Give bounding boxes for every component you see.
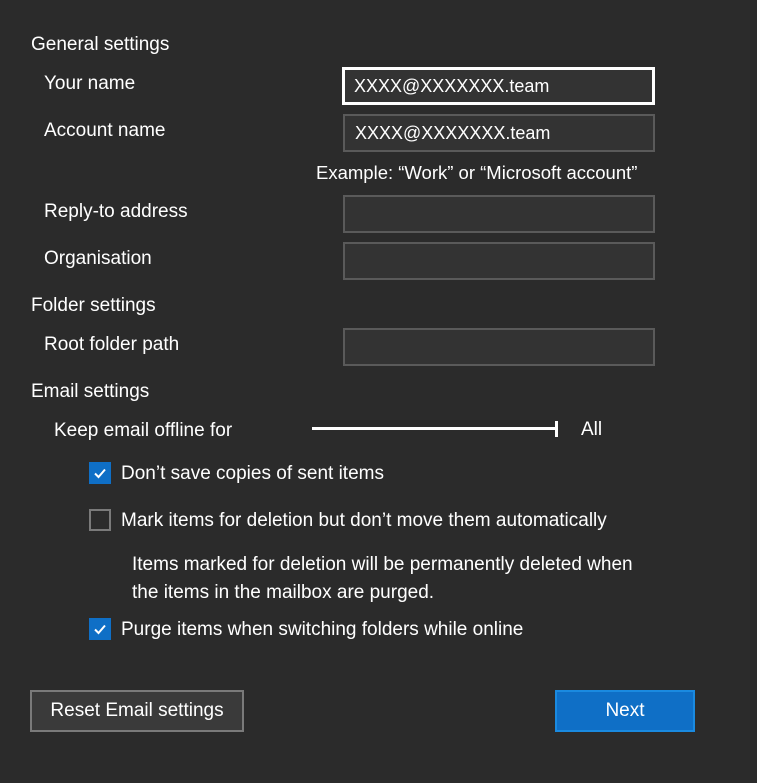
root-folder-path-label: Root folder path xyxy=(44,334,180,355)
dont-save-sent-label: Don’t save copies of sent items xyxy=(121,463,384,484)
email-settings-heading: Email settings xyxy=(31,381,150,402)
checkmark-icon xyxy=(94,468,106,479)
reply-to-label: Reply-to address xyxy=(44,201,188,222)
slider-track xyxy=(312,427,558,430)
organisation-label: Organisation xyxy=(44,248,152,269)
slider-thumb[interactable] xyxy=(555,421,558,437)
purge-items-checkbox[interactable] xyxy=(89,618,111,640)
mark-for-deletion-checkbox[interactable] xyxy=(89,509,111,531)
offline-duration-label: Keep email offline for xyxy=(54,420,233,441)
mark-deletion-note-line-1: Items marked for deletion will be perman… xyxy=(132,554,633,575)
next-button[interactable]: Next xyxy=(555,690,695,732)
folder-settings-heading: Folder settings xyxy=(31,295,156,316)
account-name-label: Account name xyxy=(44,120,166,141)
reset-email-settings-button[interactable]: Reset Email settings xyxy=(30,690,244,732)
mark-deletion-note-line-2: the items in the mailbox are purged. xyxy=(132,582,435,603)
general-settings-heading: General settings xyxy=(31,34,170,55)
purge-items-label: Purge items when switching folders while… xyxy=(121,619,524,640)
account-name-input[interactable] xyxy=(343,114,655,152)
your-name-input[interactable] xyxy=(342,67,655,105)
reply-to-input[interactable] xyxy=(343,195,655,233)
account-name-hint: Example: “Work” or “Microsoft account” xyxy=(316,162,638,183)
your-name-label: Your name xyxy=(44,73,136,94)
organisation-input[interactable] xyxy=(343,242,655,280)
mark-for-deletion-label: Mark items for deletion but don’t move t… xyxy=(121,510,607,531)
dont-save-sent-checkbox[interactable] xyxy=(89,462,111,484)
offline-duration-slider[interactable] xyxy=(312,418,558,440)
offline-duration-value: All xyxy=(581,419,603,440)
root-folder-path-input[interactable] xyxy=(343,328,655,366)
checkmark-icon xyxy=(94,624,106,635)
